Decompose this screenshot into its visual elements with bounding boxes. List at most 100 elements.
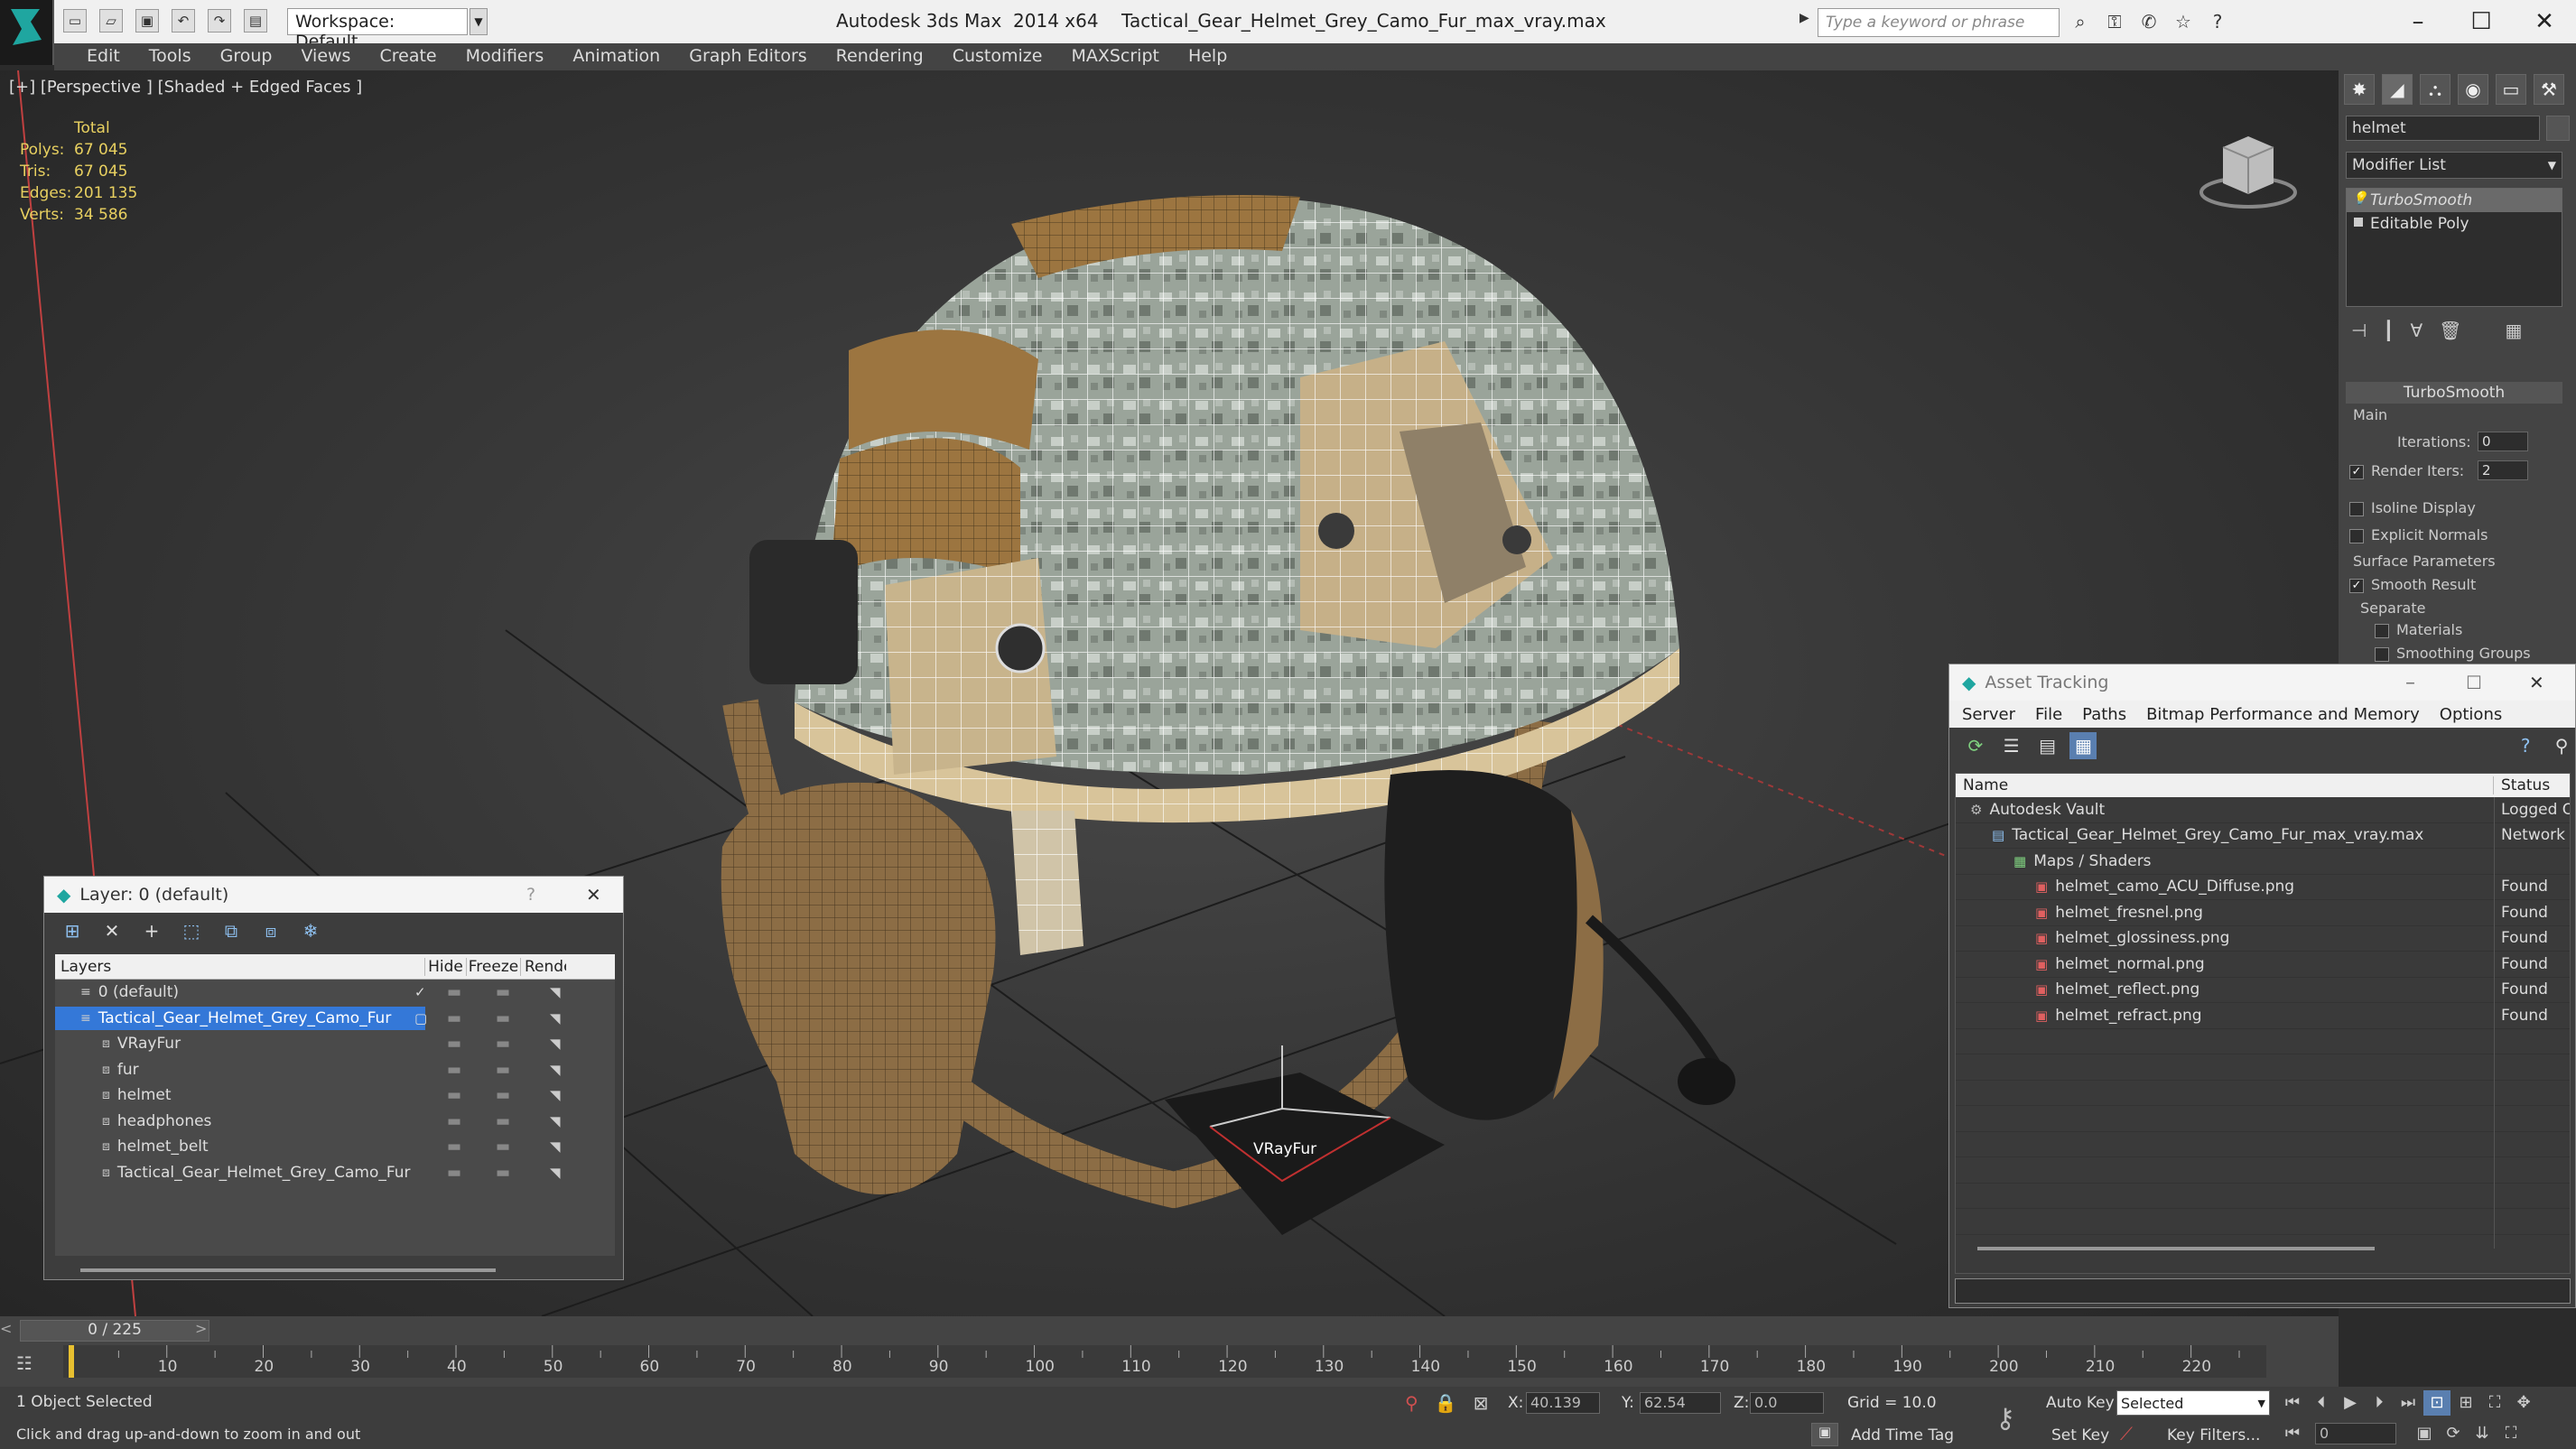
key-filters-button[interactable]: Key Filters...: [2167, 1426, 2260, 1444]
layer-row[interactable]: ≡ 0 (default) ✓ ▬ ▬ ◥: [55, 980, 615, 1006]
maximize-viewport-icon[interactable]: ⛶: [2497, 1421, 2525, 1446]
search-arrow-icon[interactable]: ▶: [1799, 11, 1809, 25]
asset-menu-paths[interactable]: Paths: [2075, 705, 2134, 724]
menu-maxscript[interactable]: MAXScript: [1056, 43, 1174, 70]
render-iters-checkbox[interactable]: ✓: [2349, 464, 2364, 479]
minimize-icon[interactable]: –: [2405, 672, 2415, 694]
close-icon[interactable]: ✕: [2513, 2, 2576, 42]
time-slider[interactable]: 0 / 225: [20, 1320, 209, 1342]
menu-animation[interactable]: Animation: [558, 43, 674, 70]
menu-views[interactable]: Views: [286, 43, 365, 70]
lock-selection-icon[interactable]: 🔒: [1435, 1392, 1457, 1414]
zoom-extents-icon[interactable]: ⊡: [2423, 1390, 2450, 1416]
lightbulb-icon[interactable]: 💡: [2352, 191, 2367, 206]
menu-group[interactable]: Group: [206, 43, 287, 70]
layer-row[interactable]: ⧈ VRayFur ▬ ▬ ◥: [55, 1031, 615, 1057]
set-key-icon[interactable]: ⟋: [2120, 1423, 2133, 1444]
layer-row[interactable]: ⧈ helmet_belt ▬ ▬ ◥: [55, 1134, 615, 1160]
asset-row[interactable]: ▣ helmet_normal.png Found: [1956, 952, 2570, 978]
viewport-label[interactable]: [+] [Perspective ] [Shaded + Edged Faces…: [9, 78, 362, 97]
new-file-icon[interactable]: ▭: [63, 9, 87, 33]
asset-row[interactable]: ⚙ Autodesk Vault Logged O: [1956, 797, 2570, 823]
freeze-toggle-icon[interactable]: ▬: [496, 1138, 510, 1156]
explicit-normals-checkbox[interactable]: [2349, 528, 2364, 543]
zoom-all-icon[interactable]: ⊞: [2452, 1390, 2479, 1416]
go-to-end-icon[interactable]: ⏭: [2395, 1390, 2422, 1416]
go-to-start-icon[interactable]: ⏮: [2279, 1390, 2306, 1416]
layer-row[interactable]: ⧈ helmet ▬ ▬ ◥: [55, 1082, 615, 1109]
stack-item-turbosmooth[interactable]: 💡 TurboSmooth: [2347, 189, 2562, 212]
help-icon[interactable]: ?: [2205, 9, 2230, 34]
layer-row[interactable]: ⧈ Tactical_Gear_Helmet_Grey_Camo_Fur ▬ ▬ ◥: [55, 1160, 615, 1186]
pin-icon[interactable]: ⚲: [2548, 732, 2575, 759]
next-frame-icon[interactable]: ⏵: [2366, 1390, 2393, 1416]
table-view-icon[interactable]: ▦: [2069, 732, 2097, 759]
utilities-tab-icon[interactable]: ⚒: [2534, 74, 2564, 105]
asset-row[interactable]: ▣ helmet_glossiness.png Found: [1956, 926, 2570, 952]
viewcube[interactable]: [2194, 120, 2302, 219]
favorites-icon[interactable]: ☆: [2171, 9, 2196, 34]
app-logo[interactable]: [0, 0, 54, 65]
hide-toggle-icon[interactable]: ▬: [447, 1035, 461, 1053]
active-layer-box-icon[interactable]: ▢: [414, 1010, 427, 1026]
list-view-icon[interactable]: ☰: [1998, 732, 2025, 759]
active-layer-check-icon[interactable]: ✓: [414, 984, 426, 1000]
absolute-mode-icon[interactable]: ⊠: [1474, 1392, 1489, 1414]
tree-view-icon[interactable]: ▤: [2034, 732, 2061, 759]
object-name-field[interactable]: helmet: [2346, 116, 2540, 141]
time-marker[interactable]: [69, 1345, 74, 1378]
smoothing-groups-checkbox[interactable]: [2375, 646, 2389, 662]
freeze-toggle-icon[interactable]: ▬: [496, 1061, 510, 1079]
close-icon[interactable]: ✕: [2529, 672, 2544, 693]
help-icon[interactable]: ?: [2512, 732, 2539, 759]
stack-item-editable-poly[interactable]: Editable Poly: [2347, 212, 2562, 236]
key-mode-toggle-icon[interactable]: ⏮: [2279, 1421, 2306, 1446]
render-toggle-icon[interactable]: ◥: [550, 984, 561, 1000]
communication-icon[interactable]: ✆: [2136, 9, 2162, 34]
maximize-icon[interactable]: ☐: [2466, 672, 2482, 693]
asset-scrollbar[interactable]: [1977, 1247, 2375, 1250]
asset-row[interactable]: ▣ helmet_reflect.png Found: [1956, 978, 2570, 1003]
select-objects-icon[interactable]: ⬚: [178, 917, 205, 944]
freeze-toggle-icon[interactable]: ▬: [496, 1009, 510, 1027]
current-frame-field[interactable]: 0: [2315, 1423, 2396, 1444]
menu-rendering[interactable]: Rendering: [822, 43, 938, 70]
x-coordinate[interactable]: 40.139: [1526, 1392, 1600, 1414]
create-layer-icon[interactable]: ⊞: [59, 917, 86, 944]
freeze-toggle-icon[interactable]: ▬: [496, 983, 510, 1001]
menu-create[interactable]: Create: [365, 43, 451, 70]
subscription-icon[interactable]: ⚿: [2102, 9, 2127, 34]
maximize-icon[interactable]: ☐: [2450, 2, 2513, 42]
hide-toggle-icon[interactable]: ▬: [447, 1112, 461, 1130]
col-layers[interactable]: Layers: [55, 957, 425, 976]
make-unique-icon[interactable]: ∀: [2410, 320, 2423, 341]
menu-customize[interactable]: Customize: [938, 43, 1057, 70]
hide-toggle-icon[interactable]: ▬: [447, 1086, 461, 1104]
asset-menu-server[interactable]: Server: [1955, 705, 2023, 724]
remove-modifier-icon[interactable]: 🗑: [2439, 320, 2461, 341]
freeze-toggle-icon[interactable]: ▬: [496, 1164, 510, 1182]
render-toggle-icon[interactable]: ◥: [550, 1138, 561, 1155]
hide-toggle-icon[interactable]: ▬: [447, 1138, 461, 1156]
help-button[interactable]: ?: [526, 885, 535, 905]
timeslider-prev-icon[interactable]: <: [0, 1320, 20, 1342]
show-end-result-icon[interactable]: ┃: [2383, 320, 2394, 341]
key-icon[interactable]: ⚷: [1995, 1403, 2015, 1435]
hide-toggle-icon[interactable]: ▬: [447, 1061, 461, 1079]
render-toggle-icon[interactable]: ◥: [550, 1010, 561, 1026]
turbosmooth-rollout-header[interactable]: TurboSmooth: [2346, 382, 2562, 404]
key-mode-select[interactable]: Selected ▼: [2116, 1390, 2270, 1416]
z-coordinate[interactable]: 0.0: [1750, 1392, 1824, 1414]
time-config-icon[interactable]: ▣: [2411, 1421, 2438, 1446]
timeslider-next-icon[interactable]: >: [195, 1320, 215, 1342]
project-folder-icon[interactable]: ▤: [244, 9, 267, 33]
refresh-icon[interactable]: ⟳: [1962, 732, 1989, 759]
orbit-icon[interactable]: ⟳: [2440, 1421, 2467, 1446]
create-tab-icon[interactable]: ✸: [2344, 74, 2375, 105]
open-file-icon[interactable]: ▱: [99, 9, 123, 33]
layer-dialog-titlebar[interactable]: ◆ Layer: 0 (default) ? ✕: [44, 877, 623, 913]
undo-icon[interactable]: ↶: [172, 9, 195, 33]
track-bar[interactable]: 10 20 30 40 50 60 70 80 90 100 110 120 130 140 150 160 1…: [63, 1345, 2266, 1378]
motion-tab-icon[interactable]: ◉: [2458, 74, 2488, 105]
asset-row[interactable]: ▦ Maps / Shaders: [1956, 849, 2570, 875]
